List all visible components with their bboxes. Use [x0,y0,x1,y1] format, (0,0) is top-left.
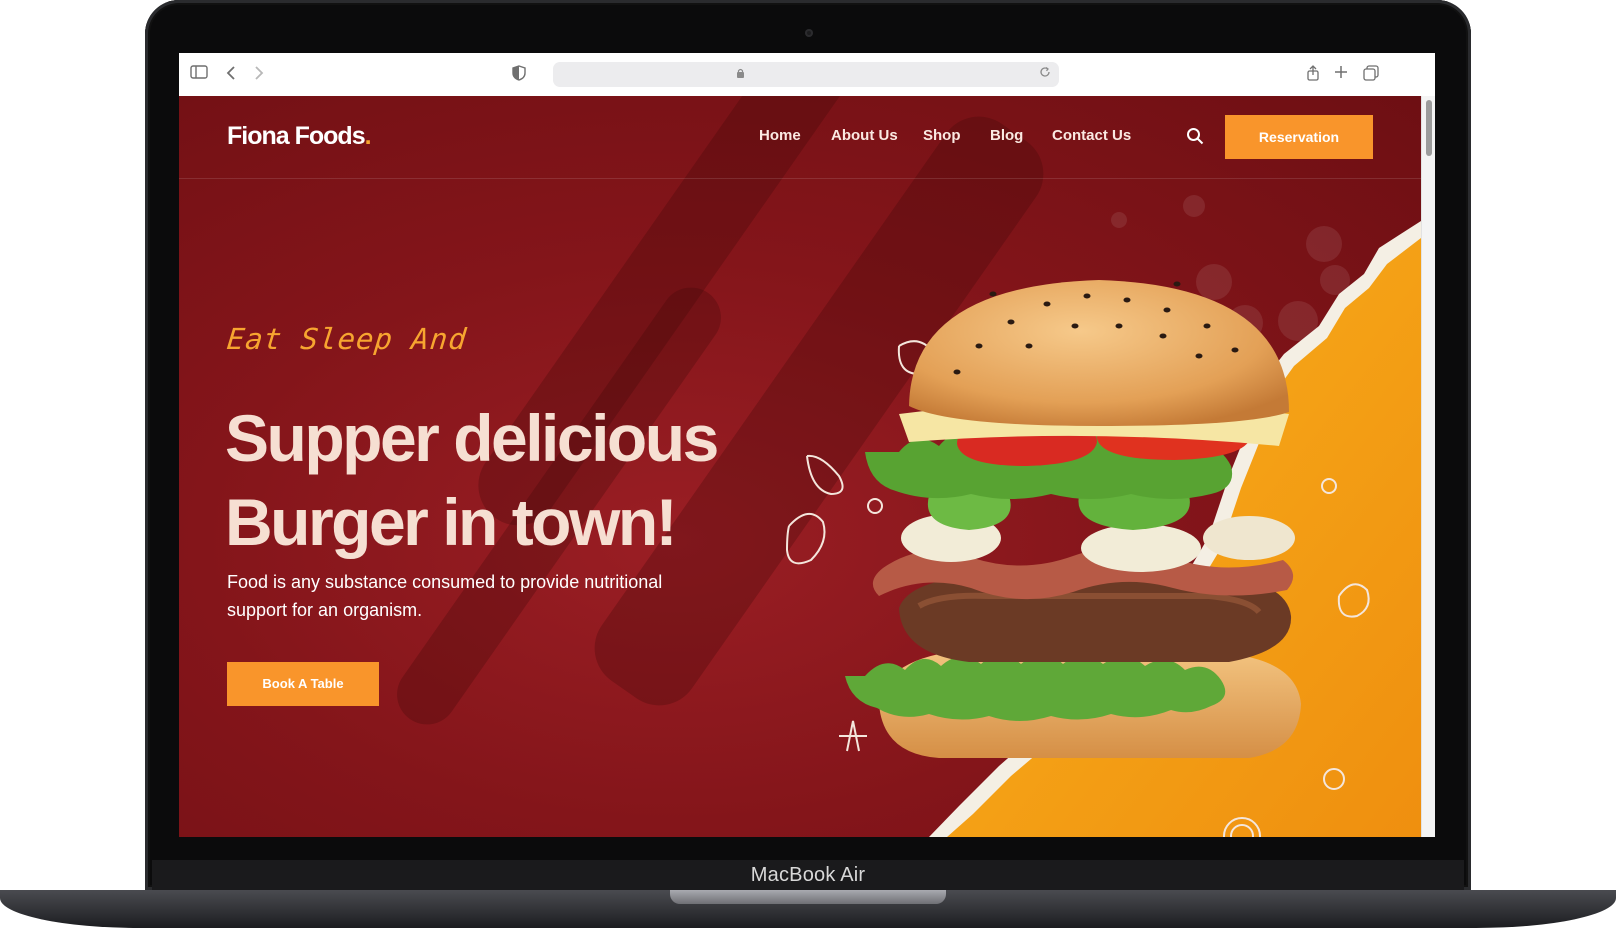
nav-shop[interactable]: Shop [923,127,961,144]
burger-illustration [785,195,1421,837]
hero-section: Fiona Foods. Home About Us Shop Blog Con… [179,96,1421,837]
forward-icon[interactable] [249,65,269,83]
share-icon[interactable] [1303,65,1323,83]
laptop-hinge-notch [670,890,946,904]
new-tab-icon[interactable] [1331,65,1351,83]
laptop-model-label: MacBook Air [750,864,866,886]
hero-headline: Supper delicious Burger in town! [225,396,845,564]
reload-icon[interactable] [1039,66,1051,81]
headline-line-2: Burger in town! [225,485,678,559]
browser-toolbar [179,53,1435,97]
camera-icon [805,29,813,37]
hero-tagline: Eat Sleep And [225,322,469,356]
nav-home[interactable]: Home [759,127,801,144]
nav-blog[interactable]: Blog [990,127,1023,144]
site-logo[interactable]: Fiona Foods. [227,122,372,151]
back-icon[interactable] [221,65,241,83]
book-table-button[interactable]: Book A Table [227,662,379,706]
hero-description: Food is any substance consumed to provid… [227,572,663,620]
screen: Fiona Foods. Home About Us Shop Blog Con… [179,53,1435,837]
headline-line-1: Supper delicious [225,401,719,475]
address-bar[interactable] [553,62,1059,87]
sidebar-toggle-icon[interactable] [189,65,209,83]
scrollbar[interactable] [1421,96,1435,837]
scrollbar-thumb[interactable] [1426,100,1432,156]
top-navigation: Fiona Foods. Home About Us Shop Blog Con… [179,96,1421,179]
reservation-button[interactable]: Reservation [1225,115,1373,159]
lock-icon [736,68,745,81]
tab-overview-icon[interactable] [1361,65,1381,83]
search-icon[interactable] [1186,127,1204,145]
nav-about-us[interactable]: About Us [831,127,898,144]
shield-icon[interactable] [509,65,529,83]
nav-contact-us[interactable]: Contact Us [1052,127,1131,144]
